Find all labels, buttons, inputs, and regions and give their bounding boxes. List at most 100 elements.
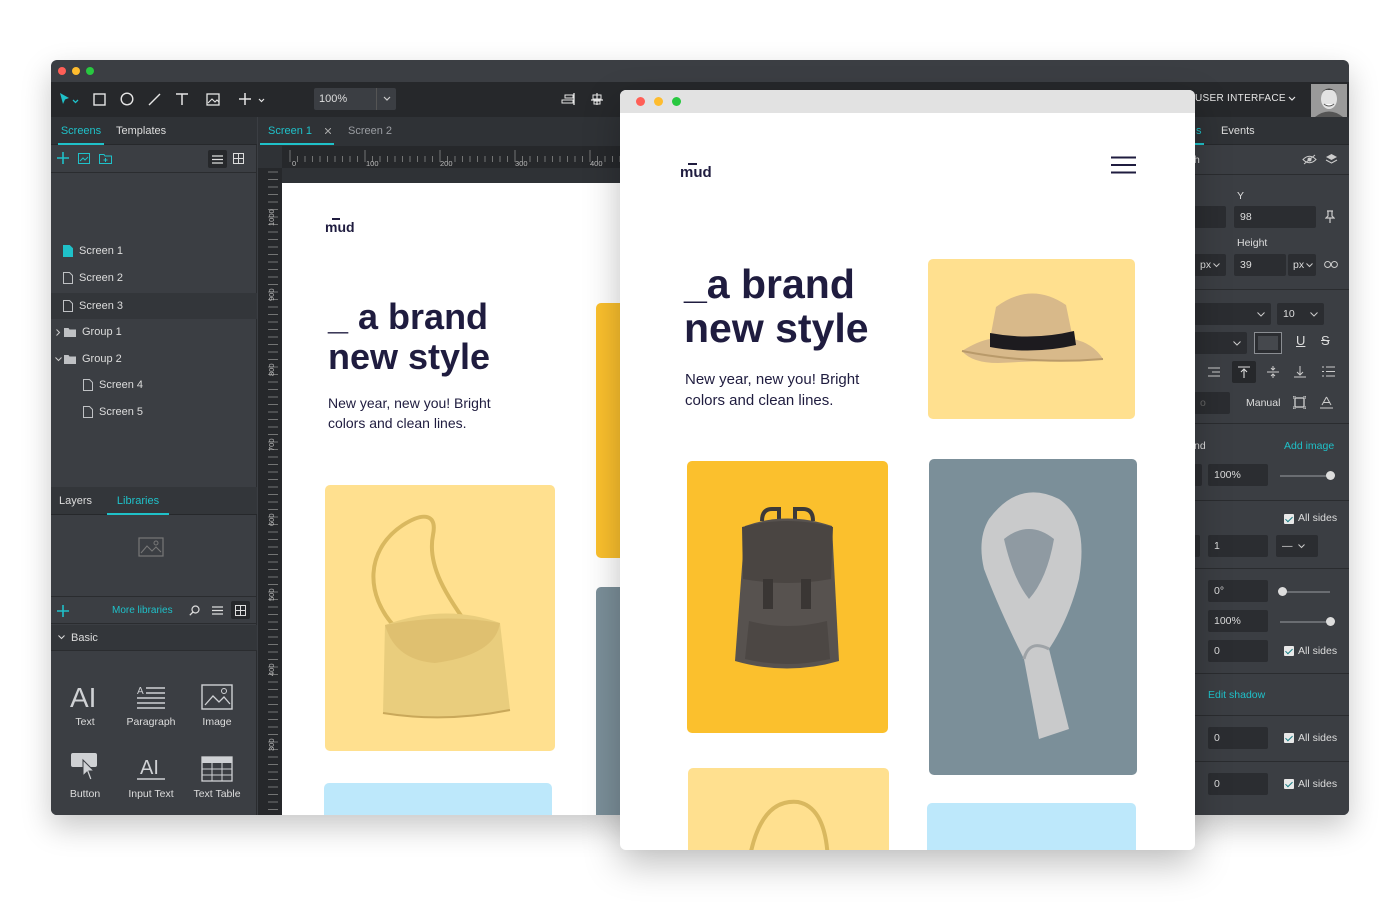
tab-events[interactable]: Events bbox=[1221, 117, 1255, 145]
tab-screens[interactable]: Screens bbox=[58, 117, 104, 145]
close-window-button[interactable] bbox=[636, 97, 645, 106]
library-section-basic[interactable]: Basic bbox=[51, 625, 257, 651]
close-window-button[interactable] bbox=[58, 67, 66, 75]
canvas-subtitle[interactable]: New year, new you! Bright colors and cle… bbox=[328, 393, 491, 434]
tab-properties[interactable]: s bbox=[1194, 117, 1204, 145]
layers-icon[interactable] bbox=[1325, 153, 1338, 165]
x-field[interactable] bbox=[1194, 206, 1226, 228]
bag-card-preview[interactable] bbox=[688, 768, 889, 850]
grid-view-button[interactable] bbox=[231, 601, 250, 619]
hamburger-menu-icon[interactable] bbox=[1111, 156, 1136, 174]
opacity-field[interactable]: 100% bbox=[1208, 610, 1268, 632]
tab-screen-2[interactable]: Screen 2 bbox=[348, 117, 392, 145]
align-button[interactable] bbox=[559, 89, 577, 109]
tree-screen-item[interactable]: Screen 4 bbox=[51, 372, 257, 398]
widget-paragraph[interactable]: A Paragraph bbox=[118, 670, 184, 728]
bag-card[interactable] bbox=[325, 485, 555, 751]
rotation-slider[interactable] bbox=[1278, 587, 1330, 596]
list-view-button[interactable] bbox=[212, 606, 223, 615]
align-bottom-icon[interactable] bbox=[1294, 366, 1306, 378]
add-library-button[interactable] bbox=[57, 605, 69, 617]
text-color-swatch[interactable] bbox=[1254, 332, 1282, 354]
strikethrough-icon[interactable]: S bbox=[1321, 333, 1330, 348]
light-blue-card[interactable] bbox=[324, 783, 552, 815]
height-unit-select[interactable]: px bbox=[1288, 254, 1316, 276]
corner-radius-field[interactable]: 0 bbox=[1208, 640, 1268, 662]
tree-screen-item[interactable]: Screen 3 bbox=[51, 293, 257, 319]
list-icon[interactable] bbox=[1322, 366, 1335, 377]
more-libraries-link[interactable]: More libraries bbox=[112, 605, 173, 616]
chevron-down-icon[interactable] bbox=[1288, 96, 1296, 102]
ellipse-tool-button[interactable] bbox=[119, 89, 135, 109]
line-tool-button[interactable] bbox=[146, 89, 162, 109]
scarf-card[interactable] bbox=[929, 459, 1137, 775]
select-tool-button[interactable] bbox=[57, 89, 81, 109]
text-field-partial[interactable]: o bbox=[1194, 392, 1230, 414]
margin-field[interactable]: 0 bbox=[1208, 773, 1268, 795]
preview-headline[interactable]: _a brand new style bbox=[684, 262, 869, 351]
preview-logo[interactable]: mud bbox=[680, 163, 712, 181]
visibility-icon[interactable] bbox=[1302, 154, 1317, 165]
tab-screen-1[interactable]: Screen 1 bbox=[260, 117, 334, 145]
link-icon[interactable] bbox=[1324, 260, 1338, 269]
backpack-card[interactable] bbox=[687, 461, 888, 733]
border-width-field[interactable]: 1 bbox=[1208, 535, 1268, 557]
radius-all-sides-checkbox[interactable] bbox=[1284, 646, 1294, 656]
widget-button[interactable]: Button bbox=[52, 742, 118, 800]
width-unit-select[interactable]: px bbox=[1194, 254, 1226, 276]
underline-icon[interactable]: U bbox=[1296, 333, 1305, 348]
tab-layers[interactable]: Layers bbox=[59, 487, 92, 515]
resize-auto-icon[interactable] bbox=[1320, 396, 1333, 409]
height-field[interactable]: 39 bbox=[1234, 254, 1286, 276]
border-all-sides-checkbox[interactable] bbox=[1284, 514, 1294, 524]
widget-text[interactable]: AI Text bbox=[52, 670, 118, 728]
tree-screen-item[interactable]: Screen 1 bbox=[51, 238, 257, 264]
font-size-select[interactable]: 10 bbox=[1277, 303, 1324, 325]
minimize-window-button[interactable] bbox=[72, 67, 80, 75]
font-weight-select[interactable] bbox=[1194, 332, 1247, 354]
hat-card[interactable] bbox=[928, 259, 1135, 419]
align-right-icon[interactable] bbox=[1208, 367, 1220, 377]
design-canvas[interactable]: mud _ a brand new style New year, new yo… bbox=[282, 183, 626, 815]
grid-view-button[interactable] bbox=[233, 153, 244, 164]
tree-screen-item[interactable]: Screen 5 bbox=[51, 399, 257, 425]
tab-templates[interactable]: Templates bbox=[116, 117, 166, 145]
margin-all-sides-checkbox[interactable] bbox=[1284, 779, 1294, 789]
border-style-select[interactable]: — bbox=[1276, 535, 1318, 557]
image-tool-button[interactable] bbox=[205, 89, 221, 109]
add-image-screen-button[interactable] bbox=[78, 153, 90, 164]
edit-shadow-link[interactable]: Edit shadow bbox=[1208, 689, 1265, 701]
close-icon[interactable] bbox=[325, 128, 331, 134]
search-library-button[interactable] bbox=[189, 605, 200, 616]
add-folder-button[interactable] bbox=[99, 153, 112, 164]
opacity-slider[interactable] bbox=[1280, 617, 1335, 626]
valign-top-button[interactable] bbox=[1232, 361, 1256, 383]
widget-image[interactable]: Image bbox=[184, 670, 250, 728]
bg-color-field[interactable] bbox=[1194, 464, 1202, 486]
add-screen-button[interactable] bbox=[57, 152, 69, 164]
widget-text-table[interactable]: Text Table bbox=[184, 742, 250, 800]
tree-group-item[interactable]: Group 1 bbox=[51, 319, 257, 345]
add-element-button[interactable] bbox=[237, 89, 269, 109]
bg-opacity-field[interactable]: 100% bbox=[1208, 464, 1268, 486]
list-view-button[interactable] bbox=[208, 150, 227, 168]
zoom-select[interactable]: 100% bbox=[314, 88, 396, 110]
padding-all-sides-checkbox[interactable] bbox=[1284, 733, 1294, 743]
align-middle-icon[interactable] bbox=[1267, 366, 1279, 378]
canvas-logo[interactable]: mud bbox=[325, 218, 355, 235]
rotation-field[interactable]: 0° bbox=[1208, 580, 1268, 602]
maximize-window-button[interactable] bbox=[672, 97, 681, 106]
distribute-button[interactable] bbox=[588, 89, 606, 109]
widget-input-text[interactable]: AI Input Text bbox=[118, 742, 184, 800]
text-tool-button[interactable] bbox=[174, 89, 190, 109]
light-blue-card[interactable] bbox=[927, 803, 1136, 850]
project-name[interactable]: USER INTERFACE bbox=[1195, 93, 1286, 104]
tree-group-item[interactable]: Group 2 bbox=[51, 346, 257, 372]
preview-subtitle[interactable]: New year, new you! Bright colors and cle… bbox=[685, 369, 859, 412]
rectangle-tool-button[interactable] bbox=[91, 89, 107, 109]
add-image-link[interactable]: Add image bbox=[1284, 440, 1334, 452]
canvas-headline[interactable]: _ a brand new style bbox=[328, 297, 490, 376]
y-field[interactable]: 98 bbox=[1234, 206, 1316, 228]
bg-opacity-slider[interactable] bbox=[1280, 471, 1335, 480]
tree-screen-item[interactable]: Screen 2 bbox=[51, 265, 257, 291]
